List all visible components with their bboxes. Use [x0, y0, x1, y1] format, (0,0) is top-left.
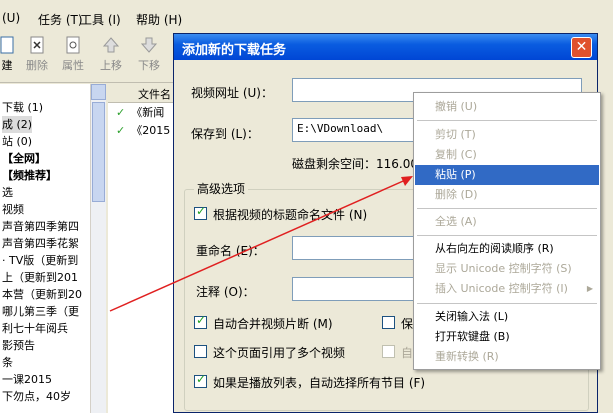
- annotation-arrow-icon: [109, 176, 413, 312]
